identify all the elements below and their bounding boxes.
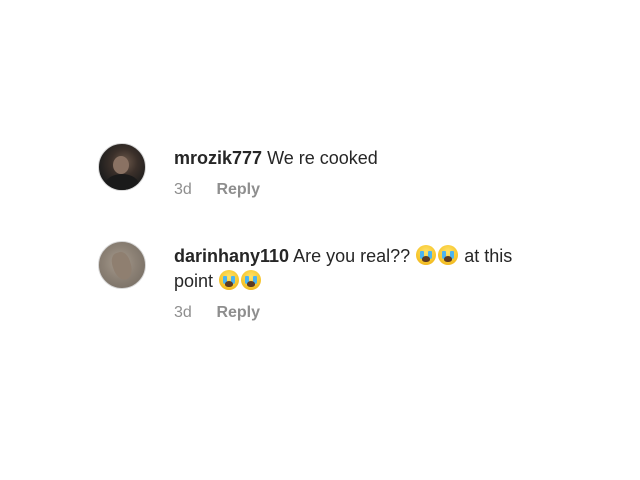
timestamp: 3d bbox=[174, 181, 192, 198]
reply-button[interactable]: Reply bbox=[216, 304, 260, 321]
timestamp: 3d bbox=[174, 304, 192, 321]
comment-body: Are you real?? bbox=[293, 246, 411, 266]
username[interactable]: darinhany110 bbox=[174, 246, 289, 266]
comment-content: darinhany110 Are you real?? at this poin… bbox=[174, 244, 534, 323]
crying-face-icon bbox=[241, 270, 262, 290]
avatar-shape bbox=[109, 249, 135, 283]
avatar[interactable] bbox=[98, 241, 146, 289]
comment-content: mrozik777 We re cooked 3d Reply bbox=[174, 146, 534, 200]
avatar-body-shape bbox=[105, 174, 139, 190]
comment-meta: 3d Reply bbox=[174, 180, 534, 200]
crying-face-icon bbox=[438, 245, 459, 265]
crying-face-icon bbox=[416, 245, 437, 265]
comment-body: We re cooked bbox=[267, 148, 378, 168]
reply-button[interactable]: Reply bbox=[216, 181, 260, 198]
comment-meta: 3d Reply bbox=[174, 303, 534, 323]
avatar[interactable] bbox=[98, 143, 146, 191]
comment-text: mrozik777 We re cooked bbox=[174, 146, 534, 171]
comment-text: darinhany110 Are you real?? at this poin… bbox=[174, 244, 534, 294]
avatar-face-shape bbox=[113, 156, 129, 174]
username[interactable]: mrozik777 bbox=[174, 148, 262, 168]
crying-face-icon bbox=[219, 270, 240, 290]
